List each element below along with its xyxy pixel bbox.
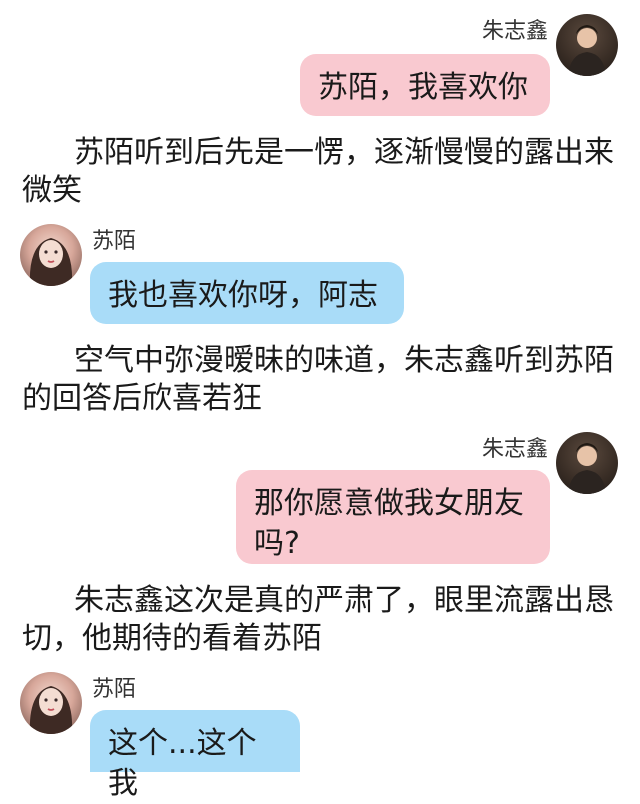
male-avatar-icon — [568, 25, 606, 76]
female-avatar-icon — [29, 686, 73, 734]
chat-bubble-zhuzhixin-1[interactable]: 苏陌，我喜欢你 — [300, 54, 550, 116]
narration-text-2: 空气中弥漫暧昧的味道，朱志鑫听到苏陌的回答后欣喜若狂 — [22, 343, 614, 416]
narration-text-1: 苏陌听到后先是一愣，逐渐慢慢的露出来微笑 — [22, 135, 614, 208]
sender-name-zhuzhixin-1: 朱志鑫 — [481, 19, 548, 44]
sender-name-sumo-2: 苏陌 — [92, 677, 137, 702]
chat-bubble-sumo-1[interactable]: 我也喜欢你呀，阿志 — [90, 262, 404, 324]
avatar-icon[interactable] — [556, 14, 618, 76]
chat-bubble-sumo-2[interactable]: 这个...这个我 — [90, 710, 300, 801]
sender-name-sumo-1: 苏陌 — [92, 229, 137, 254]
chat-bubble-zhuzhixin-2[interactable]: 那你愿意做我女朋友吗? — [236, 470, 550, 564]
male-avatar-icon — [568, 443, 606, 494]
narration-text-3: 朱志鑫这次是真的严肃了，眼里流露出恳切，他期待的看着苏陌 — [22, 583, 614, 656]
avatar-icon[interactable] — [20, 672, 82, 734]
avatar-icon[interactable] — [20, 224, 82, 286]
avatar-icon[interactable] — [556, 432, 618, 494]
sender-name-zhuzhixin-2: 朱志鑫 — [481, 437, 548, 462]
female-avatar-icon — [29, 238, 73, 286]
